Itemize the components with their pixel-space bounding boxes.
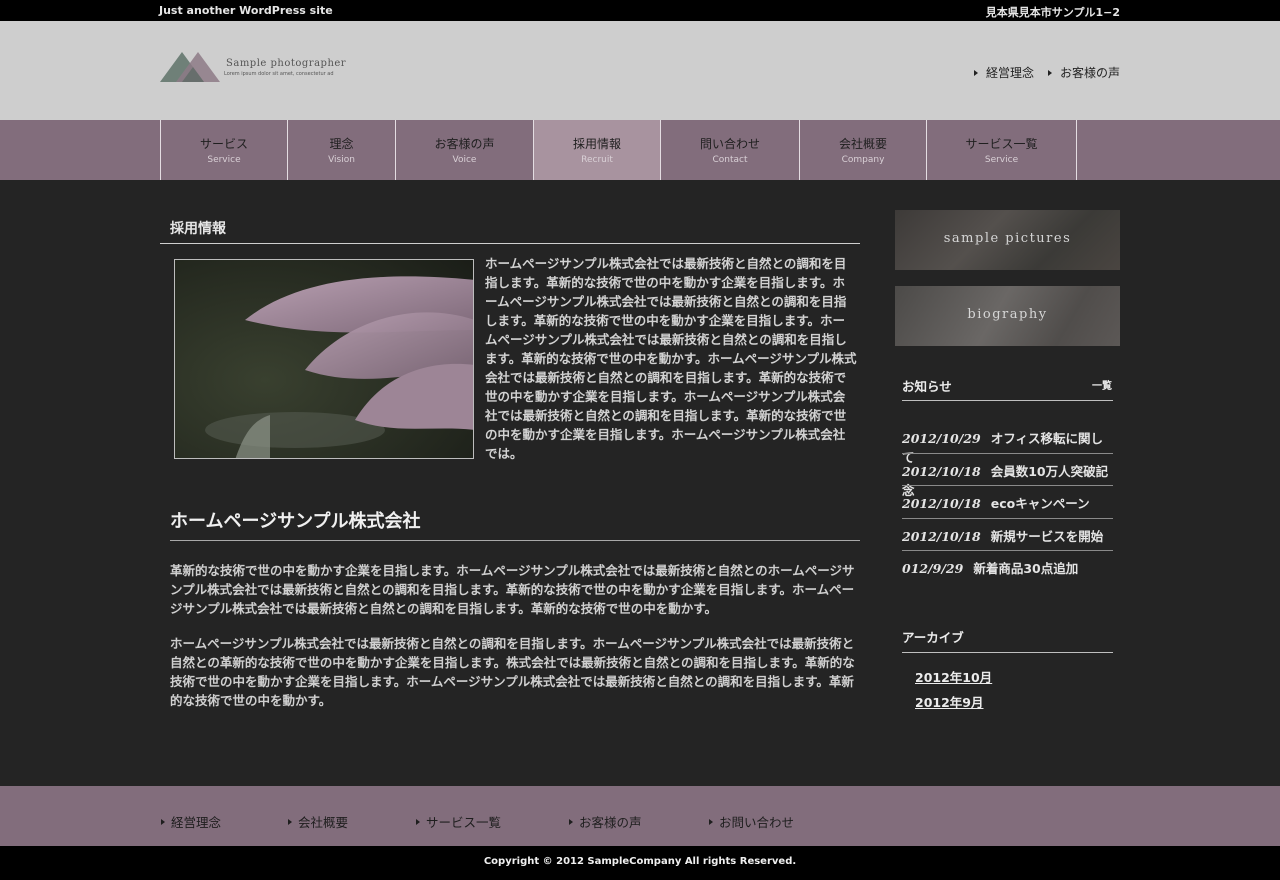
site-logo[interactable]: Sample photographer Lorem ipsum dolor si… <box>160 50 350 84</box>
nav-item-voice[interactable]: お客様の声 Voice <box>396 120 534 180</box>
banner-label: biography <box>967 307 1048 322</box>
header-links: 経営理念 お客様の声 <box>973 64 1120 81</box>
nav-label: 採用情報 <box>572 137 621 151</box>
site-tagline: Just another WordPress site <box>159 4 333 17</box>
main-nav: サービス Service 理念 Vision お客様の声 Voice 採用情報 Recr… <box>0 120 1280 180</box>
arrow-right-icon <box>161 818 165 825</box>
nav-item-service-list[interactable]: サービス一覧 Service <box>927 120 1077 180</box>
news-item[interactable]: 012/9/29 新着商品30点追加 <box>902 558 1113 590</box>
footer-link-philosophy[interactable]: 経営理念 <box>161 812 221 831</box>
copyright: Copyright © 2012 SampleCompany All right… <box>483 856 797 867</box>
nav-label: 会社概要 <box>838 137 887 151</box>
lotus-petal-image <box>175 260 473 458</box>
company-paragraph-1: 革新的な技術で世の中を動かす企業を目指します。ホームページサンプル株式会社では最… <box>170 563 855 616</box>
arrow-right-icon <box>973 69 978 76</box>
news-title: 新規サービスを開始 <box>990 529 1104 544</box>
arrow-right-icon <box>569 818 573 825</box>
news-heading: お知らせ <box>902 379 952 394</box>
divider <box>902 518 1113 519</box>
footer-link-label: お客様の声 <box>579 815 642 830</box>
news-title: 新着商品30点追加 <box>973 561 1079 576</box>
footer-link-label: 経営理念 <box>171 815 222 830</box>
nav-label: 理念 <box>329 137 354 151</box>
divider <box>902 400 1113 401</box>
sample-pictures-banner[interactable]: sample pictures <box>895 210 1120 270</box>
divider <box>902 652 1113 653</box>
site-header: Sample photographer Lorem ipsum dolor si… <box>0 21 1280 120</box>
archive-link[interactable]: 2012年10月 <box>915 667 992 686</box>
nav-sublabel: Company <box>841 155 885 165</box>
nav-item-recruit[interactable]: 採用情報 Recruit <box>534 120 661 180</box>
footer-link-voice[interactable]: お客様の声 <box>569 812 642 831</box>
arrow-right-icon <box>1047 69 1052 76</box>
company-title: ホームページサンプル株式会社 <box>170 511 421 532</box>
nav-sublabel: Service <box>984 155 1019 165</box>
header-link-label: お客様の声 <box>1059 66 1120 80</box>
news-date: 012/9/29 <box>902 561 964 576</box>
intro-text: ホームページサンプル株式会社では最新技術と自然との調和を目指します。革新的な技術… <box>485 256 857 461</box>
news-item[interactable]: 2012/10/18 ecoキャンペーン <box>902 493 1113 525</box>
news-item[interactable]: 2012/10/18 新規サービスを開始 <box>902 526 1113 558</box>
nav-sublabel: Voice <box>452 155 477 165</box>
news-date: 2012/10/18 <box>902 529 981 544</box>
archive-heading: アーカイブ <box>902 630 964 645</box>
news-item[interactable]: 2012/10/18 会員数10万人突破記念 <box>902 461 1113 498</box>
footer-link-label: 会社概要 <box>298 815 349 830</box>
header-link-label: 経営理念 <box>985 66 1034 80</box>
arrow-right-icon <box>416 818 420 825</box>
header-link-voice[interactable]: お客様の声 <box>1047 64 1120 81</box>
news-item[interactable]: 2012/10/29 オフィス移転に関して <box>902 428 1113 465</box>
arrow-right-icon <box>288 818 292 825</box>
nav-label: サービス <box>199 137 248 151</box>
news-date: 2012/10/18 <box>902 496 981 511</box>
footer-link-service-list[interactable]: サービス一覧 <box>416 812 501 831</box>
nav-label: サービス一覧 <box>965 137 1038 151</box>
nav-sublabel: Contact <box>712 155 748 165</box>
header-link-philosophy[interactable]: 経営理念 <box>973 64 1034 81</box>
news-title: ecoキャンペーン <box>990 496 1090 511</box>
page-title: 採用情報 <box>170 221 226 237</box>
footer-link-label: お問い合わせ <box>719 815 795 830</box>
footer-link-label: サービス一覧 <box>426 815 502 830</box>
divider <box>160 243 860 244</box>
nav-sublabel: Recruit <box>581 155 613 165</box>
logo-triangle-icon <box>160 52 220 82</box>
banner-label: sample pictures <box>943 231 1072 246</box>
footer-nav: 経営理念 会社概要 サービス一覧 お客様の声 お問い合わせ <box>0 786 1280 846</box>
nav-label: 問い合わせ <box>699 137 760 151</box>
lotus-photo <box>174 259 474 459</box>
divider <box>902 485 1113 486</box>
logo-name: Sample photographer <box>226 58 347 69</box>
biography-banner[interactable]: biography <box>895 286 1120 346</box>
footer-link-company[interactable]: 会社概要 <box>288 812 348 831</box>
nav-label: お客様の声 <box>434 137 495 151</box>
company-paragraph-2: ホームページサンプル株式会社では最新技術と自然との調和を目指します。ホームページ… <box>170 636 855 708</box>
arrow-right-icon <box>709 818 713 825</box>
site-address: 見本県見本市サンプル1−2 <box>985 6 1120 19</box>
news-date: 2012/10/18 <box>902 464 981 479</box>
divider <box>902 453 1113 454</box>
divider <box>170 540 860 541</box>
news-date: 2012/10/29 <box>902 431 981 446</box>
footer-link-contact[interactable]: お問い合わせ <box>709 812 794 831</box>
nav-sublabel: Service <box>207 155 241 165</box>
nav-item-service[interactable]: サービス Service <box>161 120 288 180</box>
nav-item-contact[interactable]: 問い合わせ Contact <box>661 120 800 180</box>
nav-item-company[interactable]: 会社概要 Company <box>800 120 927 180</box>
nav-sublabel: Vision <box>328 155 355 165</box>
nav-item-vision[interactable]: 理念 Vision <box>288 120 396 180</box>
logo-subtitle: Lorem ipsum dolor sit amet, consectetur … <box>224 71 334 77</box>
site-footer: Copyright © 2012 SampleCompany All right… <box>0 846 1280 880</box>
news-more-link[interactable]: 一覧 <box>1092 377 1112 392</box>
top-bar: Just another WordPress site 見本県見本市サンプル1−… <box>0 0 1280 21</box>
archive-link[interactable]: 2012年9月 <box>915 692 984 711</box>
divider <box>902 550 1113 551</box>
